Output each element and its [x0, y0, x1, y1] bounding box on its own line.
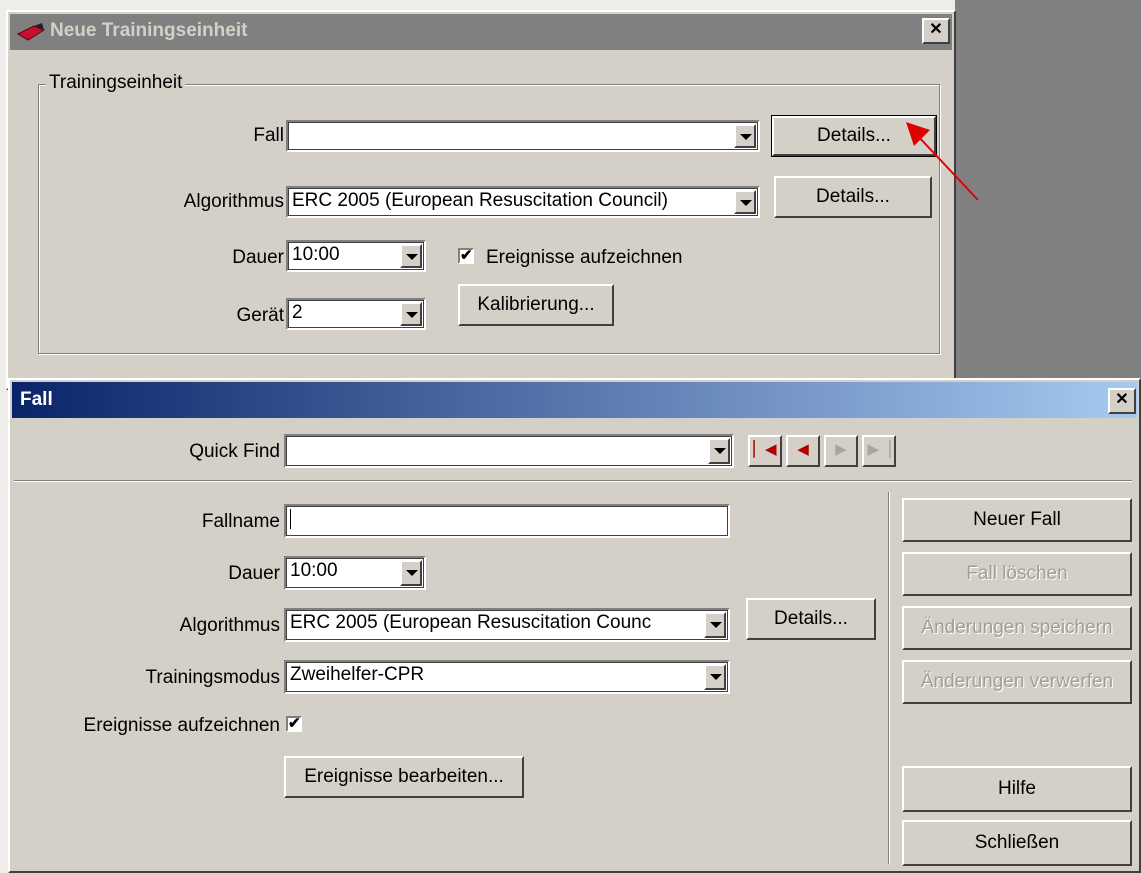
geraet-value: 2 — [292, 302, 303, 323]
chevron-down-icon[interactable] — [704, 612, 726, 638]
dialog-neue-trainingseinheit: Neue Trainingseinheit ✕ Trainingseinheit… — [6, 10, 956, 390]
fallname-label: Fallname — [201, 511, 280, 532]
kalibrierung-label: Kalibrierung... — [477, 294, 595, 315]
dialog1-close-button[interactable]: ✕ — [922, 18, 950, 44]
schliessen-label: Schließen — [974, 832, 1060, 853]
algorithmus-combobox[interactable]: ERC 2005 (European Resuscitation Council… — [286, 186, 760, 218]
algorithmus2-combobox[interactable]: ERC 2005 (European Resuscitation Counc — [284, 608, 730, 642]
quickfind-combobox[interactable] — [284, 434, 734, 468]
fall-loeschen-label: Fall löschen — [966, 563, 1068, 584]
first-icon: ▏◀ — [753, 441, 777, 458]
aenderungen-verwerfen-button[interactable]: Änderungen verwerfen — [902, 660, 1132, 704]
last-icon: ▶▕ — [867, 441, 891, 458]
prev-record-button[interactable]: ◀ — [786, 435, 820, 467]
next-record-button[interactable]: ▶ — [824, 435, 858, 467]
dialog2-titlebar: Fall ✕ — [12, 382, 1137, 418]
chevron-down-icon[interactable] — [400, 244, 422, 268]
geraet-combobox[interactable]: 2 — [286, 298, 426, 330]
first-record-button[interactable]: ▏◀ — [748, 435, 782, 467]
dialog2-title: Fall — [20, 389, 53, 410]
chevron-down-icon[interactable] — [400, 560, 422, 586]
ereignisse-bearbeiten-label: Ereignisse bearbeiten... — [304, 766, 504, 787]
trainingsmodus-value: Zweihelfer-CPR — [290, 664, 425, 685]
hilfe-button[interactable]: Hilfe — [902, 766, 1132, 812]
chevron-down-icon[interactable] — [734, 190, 756, 214]
ereignisse-checkbox[interactable]: ✔ — [458, 248, 474, 264]
algorithmus2-details-button[interactable]: Details... — [746, 598, 876, 640]
annotation-arrow — [906, 122, 979, 201]
aenderungen-speichern-label: Änderungen speichern — [921, 617, 1113, 638]
ereignisse-bearbeiten-button[interactable]: Ereignisse bearbeiten... — [284, 756, 524, 798]
last-record-button[interactable]: ▶▕ — [862, 435, 896, 467]
hilfe-label: Hilfe — [997, 778, 1036, 799]
app-icon — [16, 22, 46, 42]
dialog1-title: Neue Trainingseinheit — [50, 20, 248, 41]
dialog1-titlebar: Neue Trainingseinheit ✕ — [10, 14, 952, 50]
aenderungen-speichern-button[interactable]: Änderungen speichern — [902, 606, 1132, 650]
algorithmus-value: ERC 2005 (European Resuscitation Council… — [292, 190, 668, 211]
chevron-down-icon[interactable] — [400, 302, 422, 326]
ereignisse2-label: Ereignisse aufzeichnen — [83, 715, 280, 736]
dauer-combobox[interactable]: 10:00 — [286, 240, 426, 272]
fall-label: Fall — [253, 125, 284, 146]
fall-loeschen-button[interactable]: Fall löschen — [902, 552, 1132, 596]
details-label: Details... — [774, 608, 848, 629]
quickfind-label: Quick Find — [189, 441, 280, 462]
separator-horizontal — [14, 480, 1132, 482]
dauer-value: 10:00 — [292, 244, 340, 265]
kalibrierung-button[interactable]: Kalibrierung... — [458, 284, 614, 326]
algorithmus2-label: Algorithmus — [179, 615, 280, 636]
details-label: Details... — [817, 125, 891, 146]
neuer-fall-button[interactable]: Neuer Fall — [902, 498, 1132, 542]
chevron-down-icon[interactable] — [708, 438, 730, 464]
checkmark-icon: ✔ — [288, 715, 301, 732]
chevron-down-icon[interactable] — [734, 124, 756, 148]
prev-icon: ◀ — [797, 441, 809, 458]
dialog-fall: Fall ✕ Quick Find ▏◀ ◀ ▶ ▶▕ Fallname Dau… — [8, 378, 1141, 873]
aenderungen-verwerfen-label: Änderungen verwerfen — [920, 671, 1114, 692]
neuer-fall-label: Neuer Fall — [973, 509, 1061, 530]
algorithmus2-value: ERC 2005 (European Resuscitation Counc — [290, 612, 652, 633]
chevron-down-icon[interactable] — [704, 664, 726, 690]
dauer2-combobox[interactable]: 10:00 — [284, 556, 426, 590]
trainingsmodus-label: Trainingsmodus — [145, 667, 280, 688]
next-icon: ▶ — [835, 441, 847, 458]
dauer2-label: Dauer — [228, 563, 280, 584]
trainingsmodus-combobox[interactable]: Zweihelfer-CPR — [284, 660, 730, 694]
close-icon: ✕ — [1115, 391, 1129, 408]
schliessen-button[interactable]: Schließen — [902, 820, 1132, 866]
ereignisse2-checkbox[interactable]: ✔ — [286, 716, 302, 732]
dauer-label: Dauer — [232, 247, 284, 268]
close-icon: ✕ — [929, 21, 943, 38]
algorithmus-label: Algorithmus — [183, 191, 284, 212]
checkmark-icon: ✔ — [460, 247, 473, 264]
details-label: Details... — [816, 186, 890, 207]
dauer2-value: 10:00 — [290, 560, 338, 581]
fall-combobox[interactable] — [286, 120, 760, 152]
dialog2-close-button[interactable]: ✕ — [1108, 388, 1136, 414]
group-label: Trainingseinheit — [46, 72, 186, 94]
separator-vertical — [888, 492, 890, 864]
fallname-input[interactable] — [284, 504, 730, 538]
ereignisse-label[interactable]: Ereignisse aufzeichnen — [486, 244, 682, 272]
geraet-label: Gerät — [236, 305, 284, 326]
